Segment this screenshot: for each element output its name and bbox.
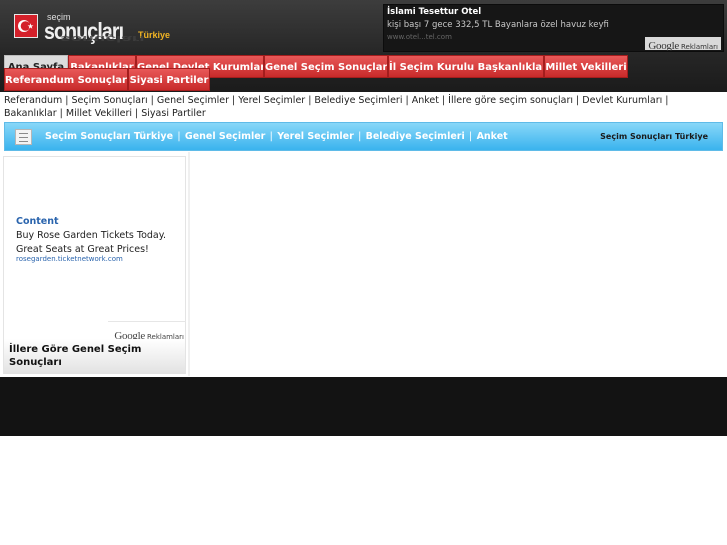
subnav-anket[interactable]: Anket (477, 131, 508, 142)
google-ads-label[interactable]: Google Reklamları (108, 321, 186, 342)
logo-reflection: sonuçları (60, 33, 145, 45)
nav-referandum-sonuclari[interactable]: Referandum Sonuçları (4, 68, 128, 91)
side-box-title[interactable]: İllere Göre Genel Seçim Sonuçları (9, 343, 179, 369)
sub-nav-links: Seçim Sonuçları Türkiye | Genel Seçimler… (45, 131, 508, 142)
nav-millet-vekilleri[interactable]: Millet Vekilleri (544, 55, 628, 78)
top-ad-text: kişi başı 7 gece 332,5 TL Bayanlara özel… (387, 20, 609, 30)
top-ad-title[interactable]: İslami Tesettur Otel (387, 7, 481, 17)
column-divider (188, 152, 190, 376)
top-ad-url[interactable]: www.otel...tel.com (387, 33, 452, 41)
nav-il-secim-kurulu[interactable]: İl Seçim Kurulu Başkanlıkları (388, 55, 544, 78)
top-ad-banner[interactable]: İslami Tesettur Otel kişi başı 7 gece 33… (383, 4, 724, 52)
breadcrumb-links[interactable]: Referandum | Seçim Sonuçları | Genel Seç… (4, 95, 724, 120)
sidebar: Content Buy Rose Garden Tickets Today. G… (3, 156, 186, 374)
side-ad-url[interactable]: rosegarden.ticketnetwork.com (16, 255, 123, 263)
side-ad-text: Buy Rose Garden Tickets Today. Great Sea… (16, 230, 167, 255)
subnav-yerel-secimler[interactable]: Yerel Seçimler (277, 131, 354, 142)
side-box-provinces[interactable]: İllere Göre Genel Seçim Sonuçları (4, 339, 185, 374)
turkey-flag-icon (14, 14, 38, 38)
sub-navigation-bar: Seçim Sonuçları Türkiye | Genel Seçimler… (4, 122, 723, 151)
subnav-belediye-secimleri[interactable]: Belediye Seçimleri (366, 131, 465, 142)
ads-label: Reklamları (680, 43, 718, 51)
subbar-site-title[interactable]: Seçim Sonuçları Türkiye (600, 132, 708, 141)
subnav-genel-secimler[interactable]: Genel Seçimler (185, 131, 265, 142)
nav-genel-secim-sonuclari[interactable]: Genel Seçim Sonuçları (264, 55, 388, 78)
document-icon (15, 129, 32, 145)
side-ad-title[interactable]: Content (16, 216, 59, 227)
subnav-secim-sonuclari[interactable]: Seçim Sonuçları Türkiye (45, 131, 173, 142)
site-footer (0, 377, 727, 436)
nav-siyasi-partiler[interactable]: Siyasi Partiler (128, 68, 210, 91)
google-logo-icon: Google (648, 40, 679, 52)
google-ads-label[interactable]: Google Reklamları (645, 37, 721, 52)
